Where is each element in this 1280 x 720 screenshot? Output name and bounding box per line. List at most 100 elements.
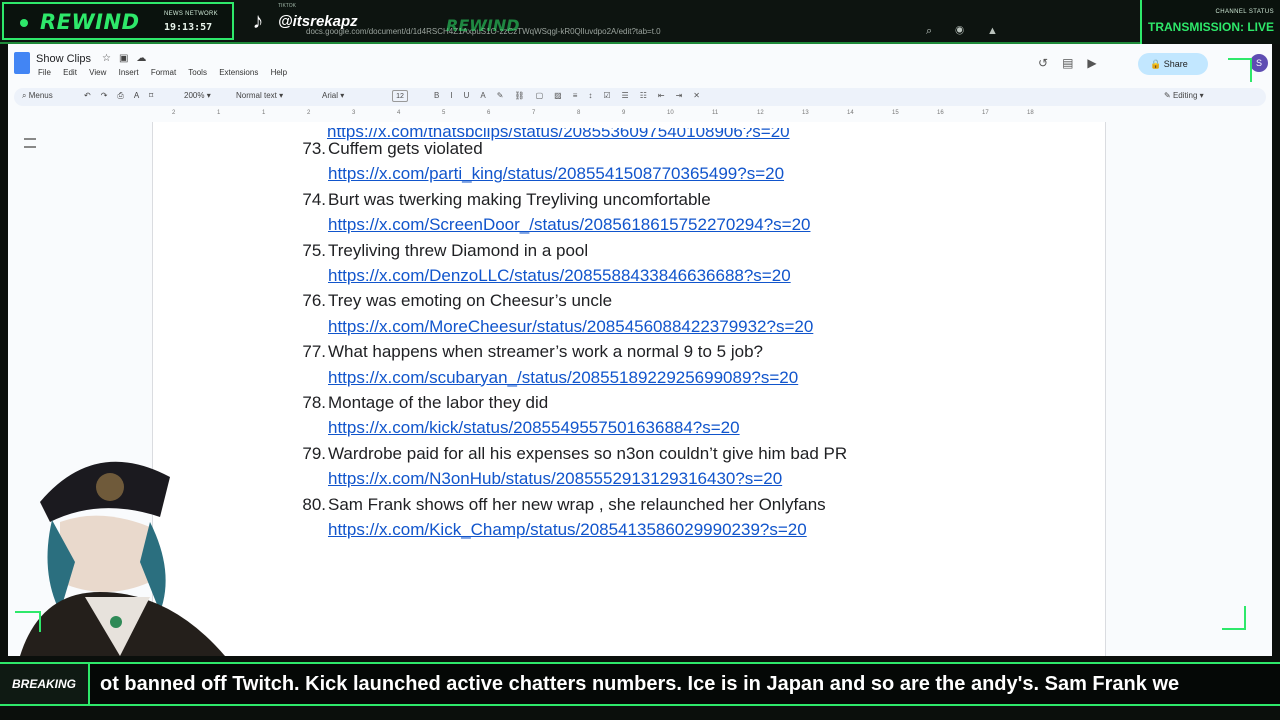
ruler-mark: 6 — [487, 110, 491, 116]
lock-icon: 🔒 — [1150, 59, 1162, 69]
bold-icon[interactable]: B — [434, 91, 450, 100]
print-icon[interactable]: ⎙ — [117, 91, 123, 101]
editing-mode-label: Editing — [1172, 91, 1198, 100]
outline-icon[interactable] — [24, 138, 36, 148]
zoom-select[interactable]: 200% ▾ — [184, 91, 211, 100]
menu-tools[interactable]: Tools — [188, 68, 207, 77]
font-size-input[interactable]: 12 — [392, 90, 408, 102]
underline-icon[interactable]: U — [464, 91, 481, 100]
account-avatar[interactable]: S — [1250, 54, 1268, 72]
ruler-mark: 18 — [1027, 110, 1034, 116]
undo-icon[interactable]: ↶ — [84, 91, 91, 100]
clip-title: Sam Frank shows off her new wrap , she r… — [328, 494, 826, 514]
clip-link[interactable]: https://x.com/scubaryan_/status/20855189… — [328, 365, 798, 390]
menu-bar: File Edit View Insert Format Tools Exten… — [38, 68, 297, 77]
document-page[interactable]: https://x.com/thatsbclips/status/2085536… — [152, 122, 1106, 656]
style-value: Normal text — [236, 91, 277, 100]
highlight-icon[interactable]: ✎ — [497, 91, 515, 100]
clip-link[interactable]: https://x.com/Kick_Champ/status/20854135… — [328, 517, 807, 542]
menu-format[interactable]: Format — [151, 68, 176, 77]
checklist-icon[interactable]: ☑ — [603, 91, 621, 100]
channel-status-label: CHANNEL STATUS — [1215, 9, 1274, 15]
list-item: 79. Wardrobe paid for all his expenses so… — [287, 441, 1087, 492]
frame-corner-bracket — [1222, 606, 1246, 630]
clear-format-icon[interactable]: ✕ — [693, 91, 711, 100]
image-icon[interactable]: ▨ — [554, 91, 573, 100]
indent-decrease-icon[interactable]: ⇤ — [658, 91, 676, 100]
meet-icon[interactable]: ▶ — [1087, 56, 1110, 70]
italic-icon[interactable]: I — [450, 91, 463, 100]
list-number: 80. — [302, 494, 326, 514]
ruler-mark: 12 — [757, 110, 764, 116]
formatting-toolbar: ⌕ Menus ↶ ↷ ⎙ A ⌑ 200% ▾ Normal text ▾ Arial… — [14, 88, 1266, 106]
ruler-mark: 11 — [712, 110, 719, 116]
menu-edit[interactable]: Edit — [63, 68, 77, 77]
search-icon: ⌕ — [22, 91, 27, 100]
clip-title: Treyliving threw Diamond in a pool — [328, 240, 589, 260]
ruler-mark: 7 — [532, 110, 536, 116]
star-icon[interactable]: ☆ — [102, 53, 119, 64]
clip-link[interactable]: https://x.com/parti_king/status/20855415… — [328, 161, 784, 186]
breaking-ticker: BREAKING ot banned off Twitch. Kick laun… — [0, 656, 1280, 720]
indent-increase-icon[interactable]: ⇥ — [676, 91, 694, 100]
text-color-icon[interactable]: A — [480, 91, 496, 100]
clip-link[interactable]: https://x.com/N3onHub/status/20855529131… — [328, 466, 782, 491]
clip-title: Trey was emoting on Cheesur’s uncle — [328, 291, 613, 311]
vtuber-avatar-image — [15, 461, 225, 656]
bullet-list-icon[interactable]: ☰ — [622, 91, 640, 100]
style-select[interactable]: Normal text ▾ — [236, 91, 283, 100]
ruler-mark: 4 — [397, 110, 401, 116]
clip-link[interactable]: https://x.com/DenzoLLC/status/2085588433… — [328, 263, 791, 288]
menu-help[interactable]: Help — [271, 68, 287, 77]
clip-link[interactable]: https://x.com/ScreenDoor_/status/2085618… — [328, 212, 810, 237]
zoom-value: 200% — [184, 91, 205, 100]
list-number: 76. — [302, 291, 326, 311]
ticker-band: BREAKING ot banned off Twitch. Kick laun… — [0, 662, 1280, 706]
line-spacing-icon[interactable]: ↕ — [588, 91, 603, 100]
font-select[interactable]: Arial ▾ — [322, 91, 344, 100]
numbered-list-icon[interactable]: ☷ — [640, 91, 658, 100]
pencil-icon: ✎ — [1164, 91, 1171, 100]
ruler-mark: 9 — [622, 110, 626, 116]
link-icon[interactable]: ⛓ — [514, 91, 535, 100]
ruler-mark: 10 — [667, 110, 674, 116]
history-icon[interactable]: ↺ — [1038, 56, 1062, 70]
paint-format-icon[interactable]: ⌑ — [149, 91, 153, 100]
overlay-top-bar: REWIND NEWS NETWORK 19:13:57 ♪ TIKTOK @i… — [0, 0, 1280, 44]
ruler-mark: 8 — [577, 110, 581, 116]
menu-extensions[interactable]: Extensions — [219, 68, 258, 77]
menus-search[interactable]: ⌕ Menus — [22, 91, 53, 101]
editing-mode-select[interactable]: ✎ Editing ▾ — [1164, 91, 1204, 100]
news-network-label: NEWS NETWORK — [164, 11, 218, 17]
address-bar[interactable]: docs.google.com/document/d/1d4RSCH4Z1Axp… — [284, 24, 1000, 40]
clip-title: Wardrobe paid for all his expenses so n3… — [328, 443, 848, 463]
rewind-logo: REWIND — [40, 10, 140, 34]
list-number: 78. — [302, 392, 326, 412]
move-folder-icon[interactable]: ▣ — [119, 53, 136, 64]
menu-file[interactable]: File — [38, 68, 51, 77]
tiktok-icon: ♪ — [252, 8, 264, 33]
ruler-mark: 5 — [442, 110, 446, 116]
align-icon[interactable]: ≡ — [573, 91, 589, 100]
redo-icon[interactable]: ↷ — [101, 91, 108, 100]
ruler-mark: 16 — [937, 110, 944, 116]
docs-logo-icon[interactable] — [14, 52, 30, 74]
menu-view[interactable]: View — [89, 68, 106, 77]
clip-title: Montage of the labor they did — [328, 392, 549, 412]
ruler-mark: 2 — [307, 110, 311, 116]
channel-status-box: CHANNEL STATUS TRANSMISSION: LIVE — [1140, 0, 1280, 44]
clip-title: Burt was twerking making Treyliving unco… — [328, 189, 711, 209]
clip-link[interactable]: https://x.com/MoreCheesur/status/2085456… — [328, 314, 813, 339]
spellcheck-icon[interactable]: A — [134, 91, 139, 100]
browser-extension-icons[interactable]: ⌕ ◉ ▲ — [926, 25, 1008, 38]
list-number: 77. — [302, 342, 326, 362]
share-button[interactable]: 🔒 Share — [1138, 53, 1208, 75]
format-buttons: BIUA✎⛓▢▨≡↕☑☰☷⇤⇥✕ — [434, 91, 711, 100]
add-comment-icon[interactable]: ▢ — [536, 91, 555, 100]
horizontal-ruler[interactable]: 2 1 1 2 3 4 5 6 7 8 9 10 11 12 13 14 15 16 17 18 — [152, 110, 1106, 120]
clip-link[interactable]: https://x.com/kick/status/20855495575016… — [328, 415, 740, 440]
document-title[interactable]: Show Clips — [36, 53, 91, 65]
comment-icon[interactable]: ▤ — [1062, 56, 1087, 70]
cloud-status-icon[interactable]: ☁ — [136, 53, 154, 64]
menu-insert[interactable]: Insert — [119, 68, 139, 77]
